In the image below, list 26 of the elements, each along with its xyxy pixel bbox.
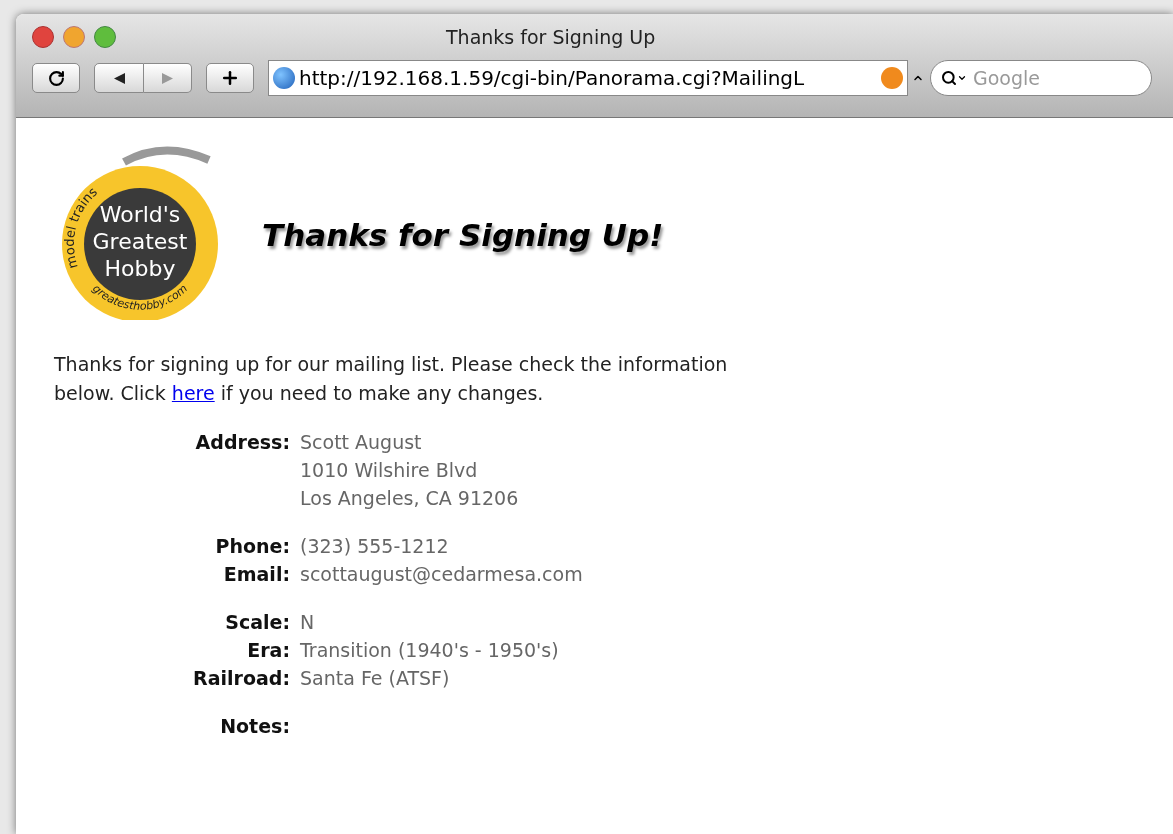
field-label: Phone: (214, 534, 290, 559)
field-label: Notes: (219, 714, 290, 739)
field-value: scottaugust@cedarmesa.com (300, 562, 583, 587)
field-label: Railroad: (192, 666, 290, 691)
logo-text: Hobby (104, 256, 176, 281)
logo-text: Greatest (92, 229, 188, 254)
field-value: Transition (1940's - 1950's) (300, 638, 559, 663)
field-label: Address: (194, 430, 290, 455)
search-input[interactable]: Google (973, 63, 1113, 93)
intro-paragraph: Thanks for signing up for our mailing list. Please check the information below. Click here if you need to make any changes. (54, 352, 729, 406)
field-value: Los Angeles, CA 91206 (300, 486, 519, 511)
field-label: Email: (222, 562, 290, 587)
field-label: Era: (246, 638, 290, 663)
window-title: Thanks for Signing Up (446, 24, 656, 50)
search-field[interactable]: Google (930, 60, 1152, 96)
field-value: (323) 555-1212 (300, 534, 449, 559)
field-value: 1010 Wilshire Blvd (300, 458, 479, 483)
field-value: N (300, 610, 315, 635)
field-label: Scale: (224, 610, 290, 635)
field-value: Scott August (300, 430, 423, 455)
page-heading: Thanks for Signing Up! (262, 215, 664, 255)
address-field[interactable]: http://192.168.1.59/cgi-bin/Panorama.cgi?MailingL (268, 60, 908, 96)
field-value: Santa Fe (ATSF) (300, 666, 450, 691)
here-link[interactable]: here (171, 382, 215, 404)
url-text: http://192.168.1.59/cgi-bin/Panorama.cgi?MailingL (299, 65, 806, 92)
logo-text: World's (99, 202, 181, 227)
